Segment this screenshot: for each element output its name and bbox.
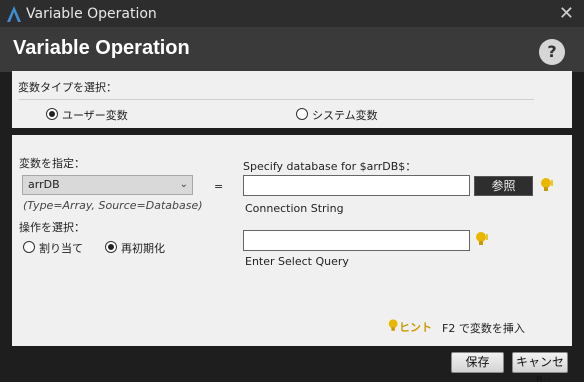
variable-type-panel: 変数タイプを選択： ユーザー変数 システム変数 <box>12 71 572 128</box>
radio-button[interactable] <box>23 241 35 253</box>
equals-sign: = <box>214 180 224 193</box>
lightbulb-icon[interactable] <box>539 177 555 193</box>
cancel-button[interactable]: キャンセル <box>512 352 568 382</box>
window-title: Variable Operation <box>26 6 157 22</box>
radio-label: 再初期化 <box>121 242 165 255</box>
divider <box>19 99 534 100</box>
radio-button[interactable] <box>46 108 58 120</box>
dialog-header: Variable Operation ? <box>0 28 584 72</box>
radio-label: ユーザー変数 <box>62 109 128 122</box>
lightbulb-icon[interactable] <box>474 231 490 247</box>
radio-label: 割り当て <box>39 242 83 255</box>
chevron-down-icon: ⌄ <box>179 179 188 190</box>
connection-string-caption: Connection String <box>245 202 344 215</box>
select-query-caption: Enter Select Query <box>245 255 349 268</box>
hint-text: F2 で変数を挿入 <box>442 322 525 335</box>
browse-button[interactable]: 参照 <box>474 176 533 196</box>
variable-select[interactable]: arrDB ⌄ <box>22 175 193 195</box>
variable-label: 変数を指定： <box>19 157 85 170</box>
dialog-title: Variable Operation <box>13 37 190 59</box>
app-logo-icon <box>7 6 21 22</box>
connection-string-input[interactable] <box>243 175 470 196</box>
radio-label: システム変数 <box>312 109 378 122</box>
database-label: Specify database for $arrDB$： <box>243 160 417 173</box>
variable-select-value: arrDB <box>28 178 60 191</box>
radio-button[interactable] <box>105 241 117 253</box>
operation-label: 操作を選択： <box>19 221 85 234</box>
hint-label: ヒント <box>399 321 432 334</box>
close-icon[interactable]: ✕ <box>559 3 574 24</box>
title-bar: Variable Operation ✕ <box>0 0 584 28</box>
variable-settings-panel: 変数を指定： arrDB ⌄ (Type=Array, Source=Datab… <box>12 135 572 346</box>
variable-type-label: 変数タイプを選択： <box>18 81 117 94</box>
radio-button[interactable] <box>296 108 308 120</box>
save-button[interactable]: 保存 <box>451 352 504 373</box>
help-icon[interactable]: ? <box>539 39 565 65</box>
variable-info: (Type=Array, Source=Database) <box>23 199 203 212</box>
select-query-input[interactable] <box>243 230 470 251</box>
